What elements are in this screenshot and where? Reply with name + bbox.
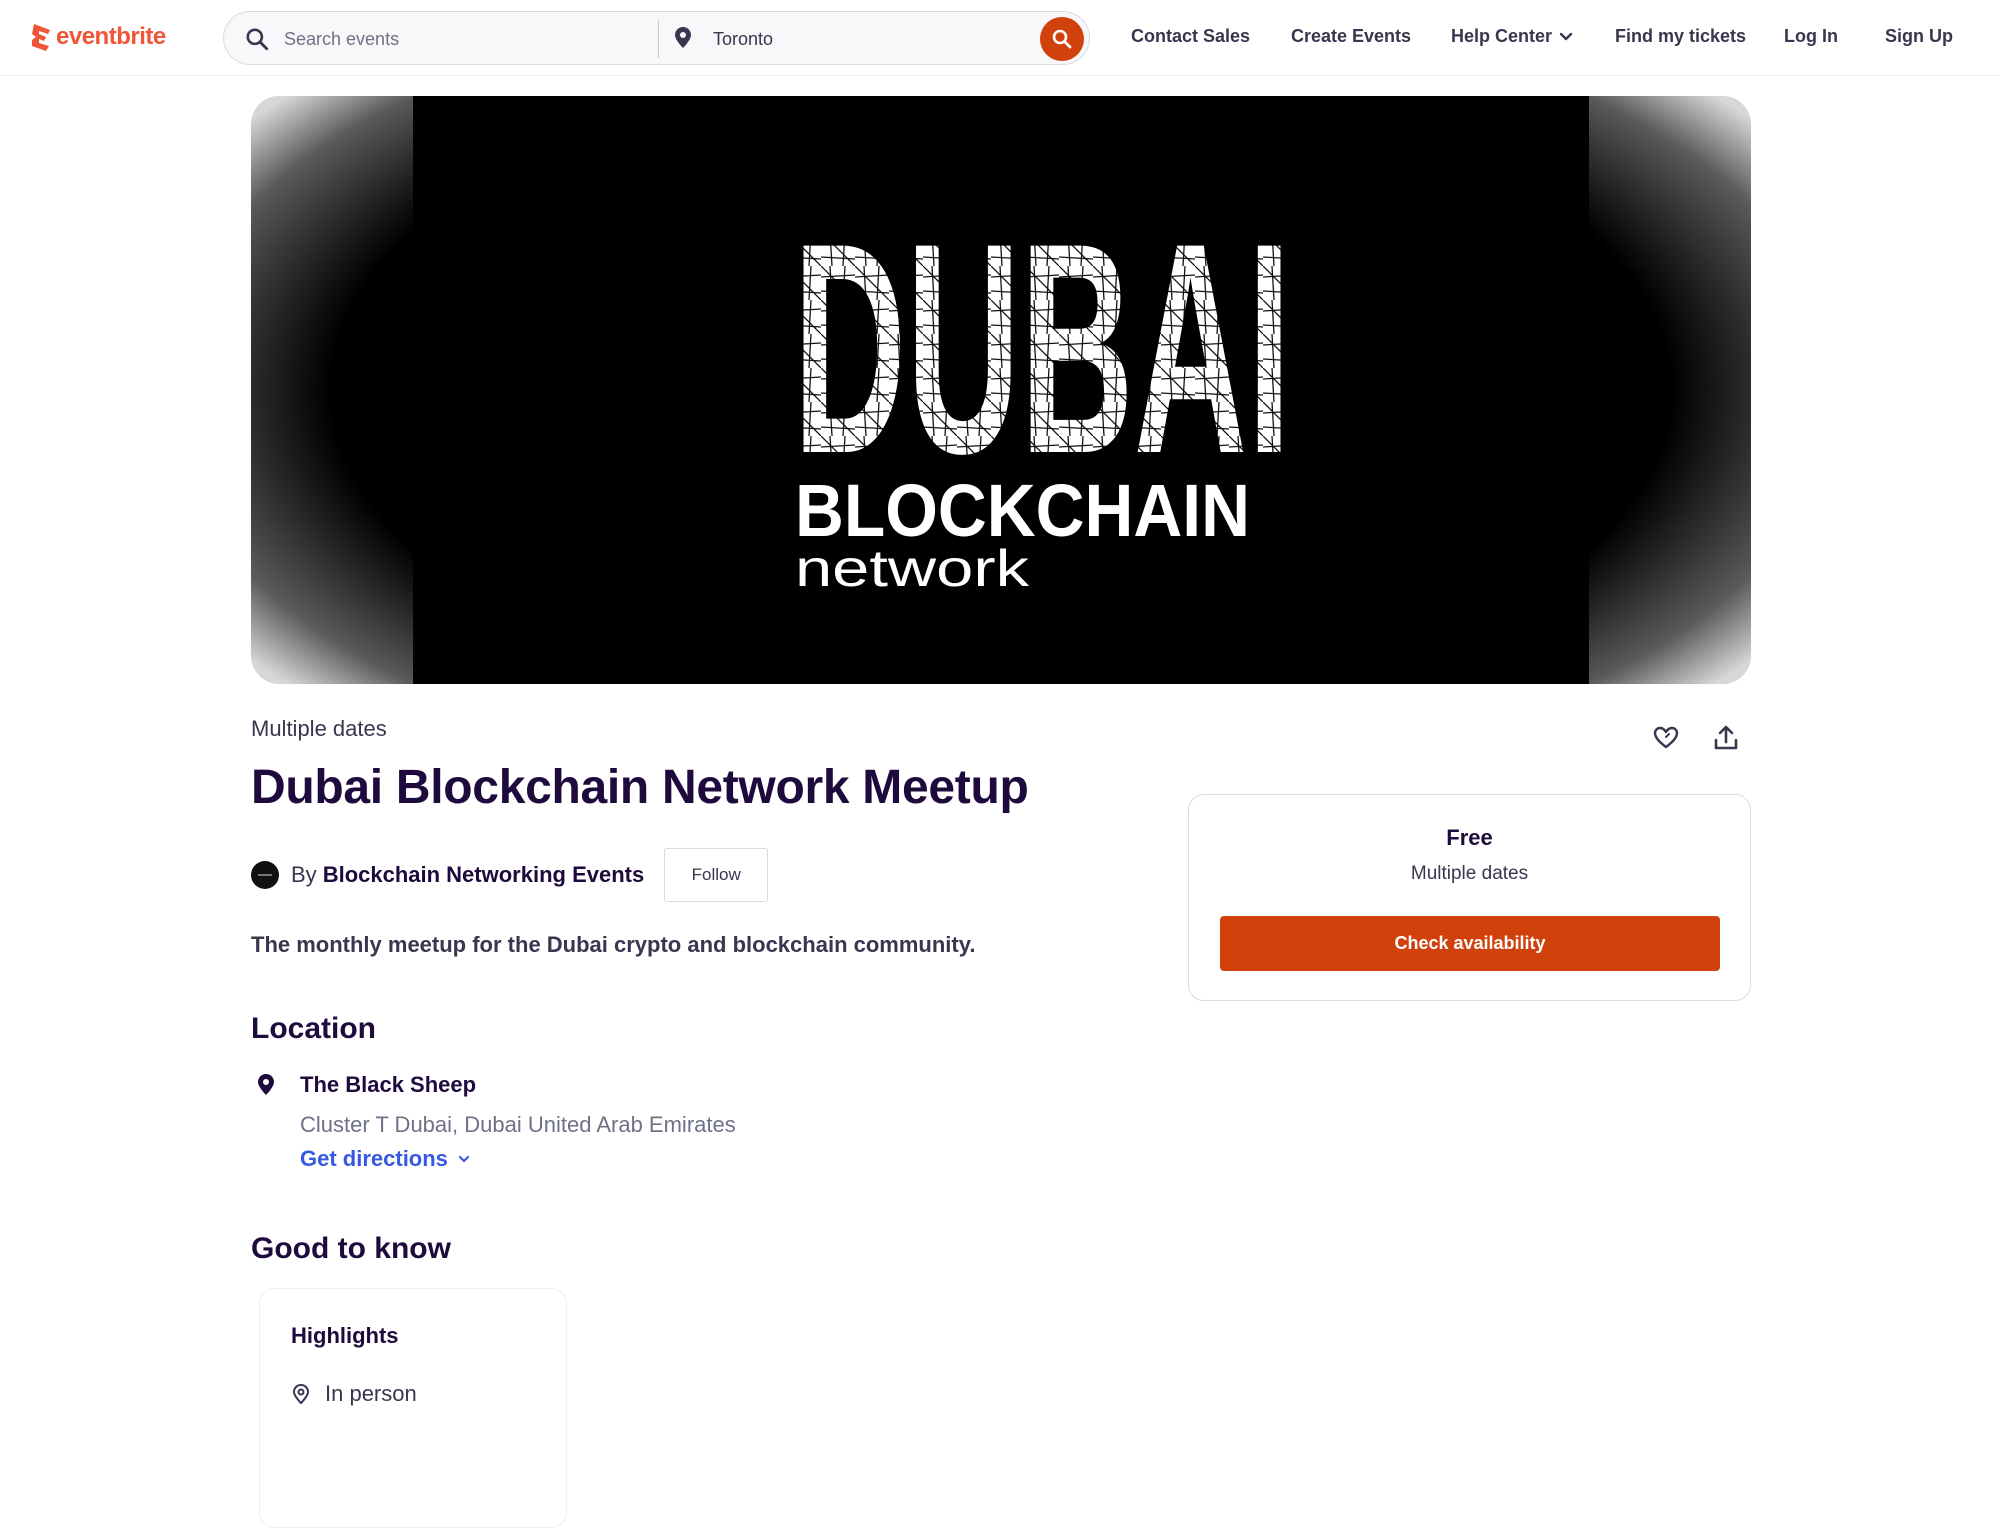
nav-sign-up[interactable]: Sign Up (1885, 26, 1953, 47)
nav-log-in-label: Log In (1784, 26, 1838, 46)
check-availability-button[interactable]: Check availability (1220, 916, 1720, 971)
nav-find-my-tickets[interactable]: Find my tickets (1615, 26, 1746, 47)
event-hero-image: DUBAI BLOCKCHAIN network (251, 96, 1751, 684)
search-button[interactable] (1040, 17, 1084, 61)
organizer-prefix: By (291, 862, 317, 887)
organizer-avatar[interactable] (251, 861, 279, 889)
venue-address: Cluster T Dubai, Dubai United Arab Emira… (300, 1112, 736, 1137)
event-date-label: Multiple dates (251, 716, 387, 741)
nav-create-events[interactable]: Create Events (1291, 26, 1411, 47)
share-icon[interactable] (1709, 720, 1743, 754)
nav-find-my-tickets-label: Find my tickets (1615, 26, 1747, 46)
ticket-price: Free (1446, 825, 1493, 850)
highlight-item: In person (291, 1381, 417, 1407)
event-summary: The monthly meetup for the Dubai crypto … (251, 932, 976, 957)
nav-sign-up-label: Sign Up (1885, 26, 1953, 46)
top-header: eventbrite Contact Sales Create Events H… (0, 0, 2000, 76)
organizer-name-link[interactable]: Blockchain Networking Events (323, 862, 645, 888)
follow-button[interactable]: Follow (664, 848, 769, 902)
location-heading: Location (251, 1012, 376, 1045)
hero-line-network: network (795, 540, 1030, 598)
nav-help-center-label: Help Center (1451, 26, 1553, 46)
event-title: Dubai Blockchain Network Meetup (251, 761, 1029, 814)
nav-create-events-label: Create Events (1291, 26, 1412, 46)
nav-contact-sales-label: Contact Sales (1131, 26, 1251, 46)
chevron-down-icon (1559, 32, 1573, 40)
eventbrite-logo-icon (32, 24, 50, 51)
heart-icon[interactable] (1649, 720, 1683, 754)
good-to-know-heading: Good to know (251, 1232, 451, 1265)
chevron-down-icon (458, 1155, 470, 1163)
venue-name: The Black Sheep (300, 1072, 477, 1097)
highlights-card: Highlights In person (259, 1288, 567, 1528)
ticket-card: Free Multiple dates Check availability (1188, 794, 1751, 1001)
location-pin-icon (258, 1074, 274, 1095)
hero-artwork: DUBAI BLOCKCHAIN network (413, 96, 1589, 684)
ticket-dates: Multiple dates (1410, 863, 1529, 884)
search-divider (658, 20, 659, 58)
nav-log-in[interactable]: Log In (1784, 26, 1838, 47)
search-icon (1052, 29, 1072, 49)
eventbrite-logo[interactable]: eventbrite (30, 20, 166, 54)
get-directions-button[interactable]: Get directions (300, 1146, 472, 1172)
nav-help-center[interactable]: Help Center (1451, 26, 1574, 47)
location-pin-icon (675, 27, 691, 48)
highlight-label: In person (325, 1381, 417, 1406)
get-directions-label: Get directions (300, 1146, 448, 1171)
location-pin-icon (292, 1383, 310, 1405)
search-bar (223, 11, 1090, 65)
nav-contact-sales[interactable]: Contact Sales (1131, 26, 1250, 47)
hero-graphic: DUBAI BLOCKCHAIN network (793, 180, 1291, 598)
organizer-row: By Blockchain Networking Events Follow (251, 848, 769, 902)
highlights-title: Highlights (291, 1323, 399, 1348)
location-input[interactable] (713, 26, 993, 52)
search-icon (246, 28, 269, 51)
logo-text: eventbrite (56, 23, 166, 50)
hero-line-dubai: DUBAI (793, 180, 1291, 516)
